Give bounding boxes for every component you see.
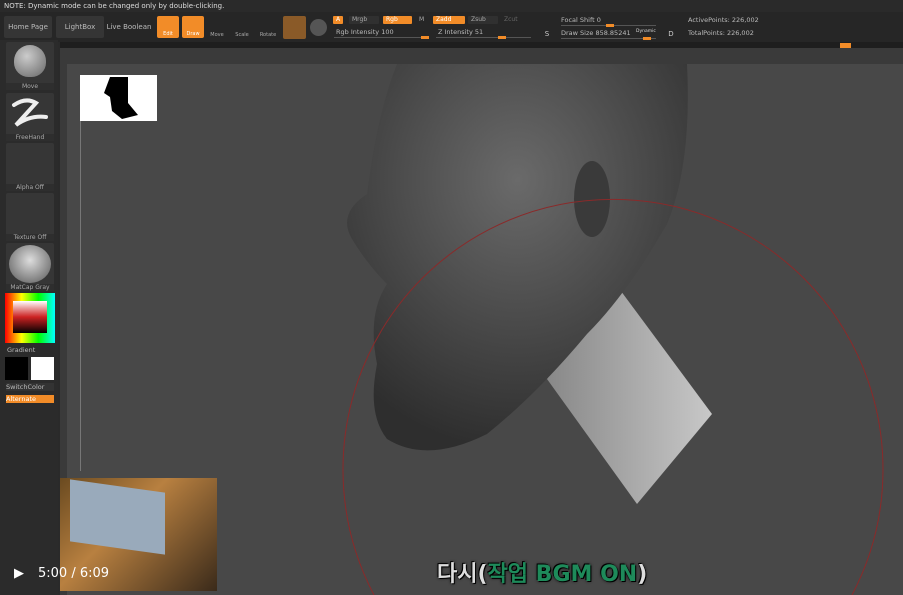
rgb-toggle[interactable]: Rgb [383, 16, 412, 24]
stroke-freehand-tile[interactable]: FreeHand [6, 93, 54, 141]
move-button[interactable]: Move [206, 16, 228, 38]
zsub-toggle[interactable]: Zsub [468, 16, 498, 24]
edit-button[interactable]: Edit [157, 16, 179, 38]
play-icon[interactable]: ▶ [14, 566, 24, 581]
brush-move-tile[interactable]: Move [6, 42, 54, 90]
z-intensity-label: Z Intensity 51 [438, 28, 484, 36]
draw-size-slider[interactable] [561, 37, 656, 40]
material-button[interactable] [283, 16, 306, 39]
sphere-icon[interactable] [310, 19, 327, 36]
gradient-label: Gradient [7, 346, 36, 354]
focal-shift-label: Focal Shift 0 [561, 16, 601, 24]
home-page-button[interactable]: Home Page [4, 16, 52, 38]
zcut-toggle[interactable]: Zcut [501, 16, 521, 24]
subtitle: 다시(작업 BGM ON) [437, 562, 648, 587]
s-brush-button[interactable]: S [536, 16, 558, 38]
draw-button[interactable]: Draw [182, 16, 204, 38]
color-picker[interactable] [5, 293, 55, 343]
top-toolbar: Home Page LightBox Live Boolean Edit Dra… [0, 12, 903, 42]
focal-shift-slider[interactable] [561, 24, 656, 27]
alternate-button[interactable]: Alternate [6, 395, 54, 403]
draw-size-label: Draw Size 858.85241 [561, 29, 631, 37]
matcap-tile[interactable]: MatCap Gray [6, 243, 54, 291]
webcam-screen [70, 479, 165, 555]
alpha-preview [80, 75, 157, 121]
left-palette: Move FreeHand Alpha Off Texture Off MatC… [0, 40, 58, 595]
rgb-intensity-label: Rgb Intensity 100 [336, 28, 394, 36]
note-text: NOTE: Dynamic mode can be changed only b… [4, 2, 225, 10]
switch-color-button[interactable]: SwitchColor [6, 383, 54, 391]
lightbox-button[interactable]: LightBox [56, 16, 104, 38]
mrgb-toggle[interactable]: Mrgb [349, 16, 379, 24]
time-display: 5:00 / 6:09 [38, 566, 110, 581]
move-brush-icon [14, 45, 46, 77]
player-controls: ▶ 5:00 / 6:09 [14, 566, 109, 581]
head-silhouette-icon [104, 77, 138, 119]
scale-button[interactable]: Scale [231, 16, 253, 38]
ear-shape [574, 161, 610, 237]
secondary-color-swatch[interactable] [31, 357, 54, 380]
alpha-tile[interactable]: Alpha Off [6, 143, 54, 191]
rgb-intensity-slider[interactable] [334, 36, 429, 39]
main-color-swatch[interactable] [5, 357, 28, 380]
zadd-toggle[interactable]: Zadd [433, 16, 465, 24]
freehand-stroke-icon [12, 98, 48, 127]
matcap-sphere-icon [9, 245, 51, 283]
dynamic-toggle[interactable]: Dynamic [636, 29, 656, 34]
live-boolean-button[interactable]: Live Boolean [106, 16, 152, 38]
total-points: TotalPoints: 226,002 [688, 29, 754, 37]
m-toggle[interactable]: M [416, 16, 427, 24]
active-points: ActivePoints: 226,002 [688, 16, 759, 24]
texture-tile[interactable]: Texture Off [6, 193, 54, 241]
rotate-button[interactable]: Rotate [257, 16, 279, 38]
canvas-guide [80, 121, 81, 471]
a-toggle[interactable]: A [333, 16, 344, 24]
z-intensity-slider[interactable] [436, 36, 531, 39]
d-brush-button[interactable]: D [660, 16, 682, 38]
